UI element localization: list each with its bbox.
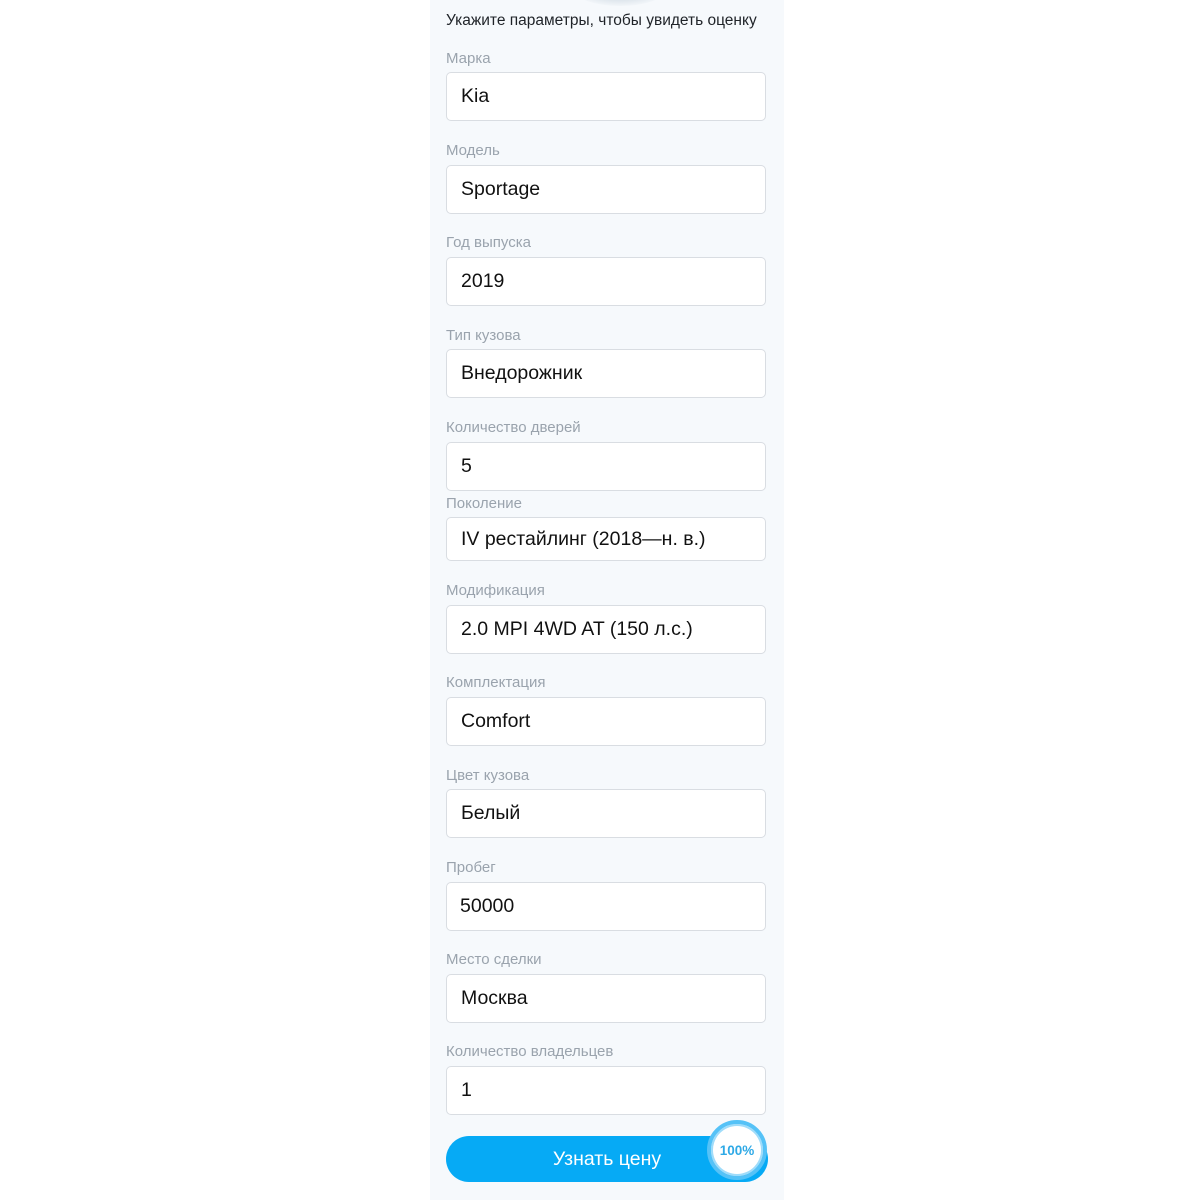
estimate-form-panel: Укажите параметры, чтобы увидеть оценку … [430,0,784,1200]
label-doors: Количество дверей [446,419,581,436]
form-hint: Укажите параметры, чтобы увидеть оценку [446,12,757,29]
label-trim: Комплектация [446,674,546,691]
trim-field[interactable]: Comfort [446,697,766,746]
mileage-field[interactable]: 50000 [446,882,766,931]
label-body-type: Тип кузова [446,327,521,344]
label-year: Год выпуска [446,234,531,251]
label-owners: Количество владельцев [446,1043,614,1060]
year-field[interactable]: 2019 [446,257,766,306]
color-field[interactable]: Белый [446,789,766,838]
label-make: Марка [446,50,491,67]
make-field[interactable]: Kia [446,72,766,121]
progress-text: 100% [719,1142,755,1158]
location-field[interactable]: Москва [446,974,766,1023]
label-modification: Модификация [446,582,545,599]
modification-field[interactable]: 2.0 MPI 4WD AT (150 л.с.) [446,605,766,654]
body-type-field[interactable]: Внедорожник [446,349,766,398]
get-price-label: Узнать цену [552,1147,662,1170]
label-location: Место сделки [446,951,542,968]
label-model: Модель [446,142,500,159]
label-generation: Поколение [446,495,522,512]
owners-field[interactable]: 1 [446,1066,766,1115]
model-field[interactable]: Sportage [446,165,766,214]
label-color: Цвет кузова [446,767,530,784]
doors-field[interactable]: 5 [446,442,766,491]
progress-indicator: 100% [707,1120,767,1180]
label-mileage: Пробег [446,859,496,876]
generation-field[interactable]: IV рестайлинг (2018—н. в.) [446,517,766,561]
header-image-fragment [570,0,670,6]
